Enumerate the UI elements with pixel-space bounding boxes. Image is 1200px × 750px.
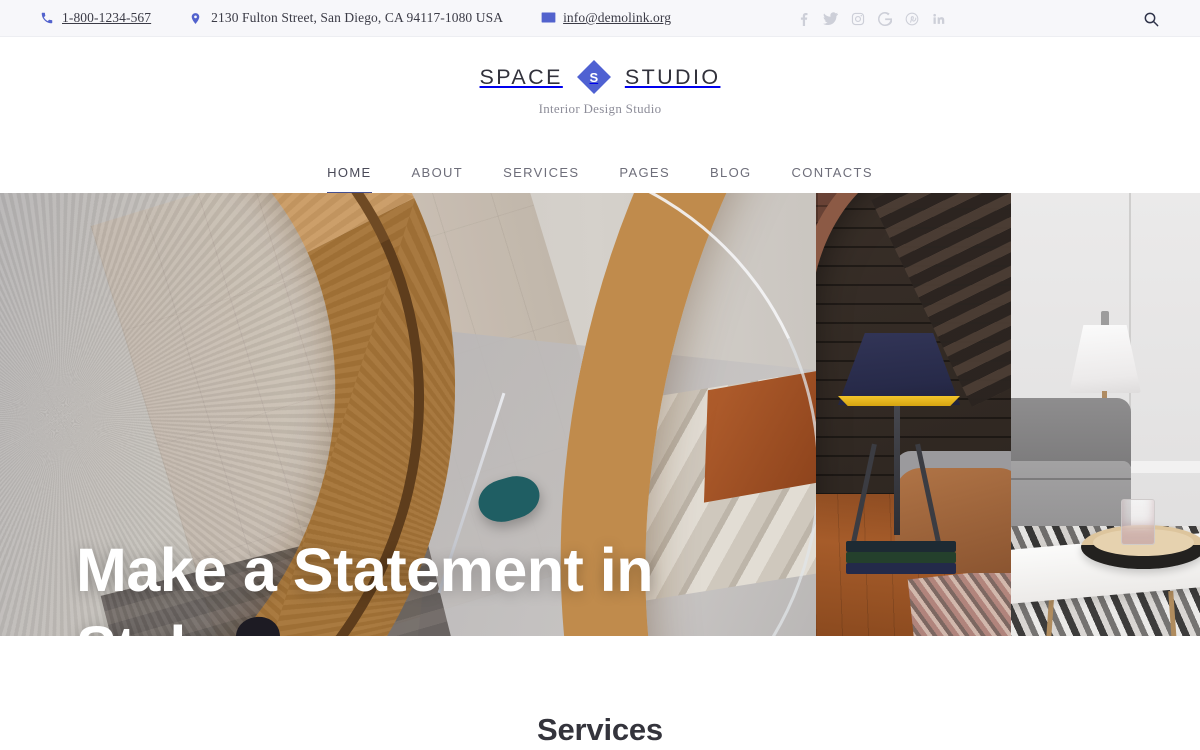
logo-mark-letter: S: [589, 71, 598, 84]
nav-item-home[interactable]: HOME: [307, 163, 391, 194]
nav-link-home: HOME: [327, 163, 371, 183]
nav-item-contacts[interactable]: CONTACTS: [772, 163, 893, 183]
facebook-icon[interactable]: [790, 0, 817, 37]
hero-image-brick-room[interactable]: [816, 193, 1011, 636]
nav-item-pages[interactable]: PAGES: [599, 163, 690, 194]
phone-link[interactable]: 1-800-1234-567: [40, 10, 151, 26]
instagram-icon[interactable]: [844, 0, 871, 37]
site-header: SPACE S STUDIO Interior Design Studio HO…: [0, 37, 1200, 193]
main-navigation: HOME ABOUT SERVICES PAGES BLOG: [0, 163, 1200, 194]
social-links: [790, 0, 952, 37]
map-pin-icon: [189, 11, 203, 26]
services-heading: Services: [537, 712, 663, 750]
logo-word-right: STUDIO: [625, 65, 721, 90]
google-icon[interactable]: [871, 0, 898, 37]
envelope-icon: [541, 11, 555, 26]
top-contact-bar: 1-800-1234-567 2130 Fulton Street, San D…: [0, 0, 1200, 37]
email-text: info@demolink.org: [563, 10, 671, 26]
search-icon[interactable]: [1143, 0, 1159, 37]
services-section: Services: [0, 636, 1200, 750]
nav-item-services[interactable]: SERVICES: [483, 163, 599, 194]
nav-link-services: SERVICES: [503, 163, 579, 183]
site-tagline: Interior Design Studio: [0, 101, 1200, 117]
topbar-contact-list: 1-800-1234-567 2130 Fulton Street, San D…: [0, 10, 709, 26]
logo-diamond-icon: S: [577, 60, 611, 94]
pinterest-icon[interactable]: [898, 0, 925, 37]
logo-word-left: SPACE: [480, 65, 563, 90]
logo-area: SPACE S STUDIO Interior Design Studio: [0, 37, 1200, 117]
nav-item-about[interactable]: ABOUT: [392, 163, 484, 194]
nav-link-pages: PAGES: [619, 163, 670, 183]
hero-banner: Make a Statement in Style: [0, 193, 1200, 636]
nav-link-about: ABOUT: [412, 163, 464, 183]
nav-item-blog[interactable]: BLOG: [690, 163, 772, 194]
phone-icon: [40, 11, 54, 26]
address-item: 2130 Fulton Street, San Diego, CA 94117-…: [189, 10, 503, 26]
email-link[interactable]: info@demolink.org: [541, 10, 671, 26]
twitter-icon[interactable]: [817, 0, 844, 37]
nav-link-blog: BLOG: [710, 163, 752, 183]
linkedin-icon[interactable]: [925, 0, 952, 37]
phone-text: 1-800-1234-567: [62, 10, 151, 26]
site-logo[interactable]: SPACE S STUDIO: [480, 60, 721, 94]
address-text: 2130 Fulton Street, San Diego, CA 94117-…: [211, 10, 503, 26]
hero-title: Make a Statement in Style: [76, 531, 756, 636]
nav-link-contacts: CONTACTS: [792, 163, 873, 183]
hero-image-living-room[interactable]: [1011, 193, 1200, 636]
